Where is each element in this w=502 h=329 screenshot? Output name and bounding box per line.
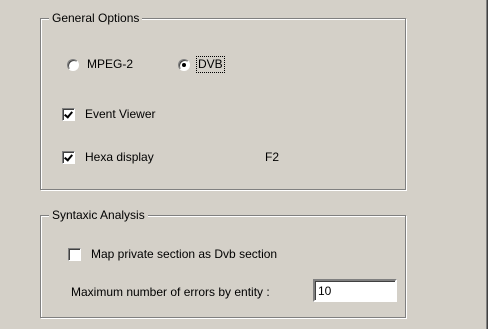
max-errors-label: Maximum number of errors by entity :: [71, 285, 270, 299]
event-viewer-checkbox[interactable]: [62, 108, 75, 121]
map-private-section-label: Map private section as Dvb section: [91, 247, 278, 261]
max-errors-input[interactable]: [313, 279, 397, 302]
dvb-radio-option[interactable]: DVB: [178, 56, 225, 73]
dvb-radio-label: DVB: [196, 56, 225, 73]
hexa-display-shortcut: F2: [265, 150, 280, 164]
map-private-section-checkbox-option[interactable]: Map private section as Dvb section: [68, 247, 278, 262]
options-dialog-root: General Options MPEG-2 DVB Event Viewer …: [0, 0, 502, 329]
mpeg2-radio-option[interactable]: MPEG-2: [67, 57, 134, 72]
general-options-title: General Options: [49, 11, 143, 26]
event-viewer-label: Event Viewer: [85, 107, 156, 121]
mpeg2-radio-label: MPEG-2: [87, 57, 134, 71]
mpeg2-radio-button[interactable]: [67, 58, 79, 71]
options-panel: General Options MPEG-2 DVB Event Viewer …: [0, 0, 488, 329]
syntaxic-analysis-title: Syntaxic Analysis: [49, 208, 148, 223]
hexa-display-checkbox-option[interactable]: Hexa display: [62, 150, 155, 165]
syntaxic-analysis-group: Syntaxic Analysis: [40, 208, 406, 318]
dvb-radio-button[interactable]: [178, 58, 190, 71]
event-viewer-checkbox-option[interactable]: Event Viewer: [62, 107, 156, 122]
map-private-section-checkbox[interactable]: [68, 248, 81, 261]
hexa-display-label: Hexa display: [85, 150, 154, 164]
hexa-display-checkbox[interactable]: [62, 151, 75, 164]
